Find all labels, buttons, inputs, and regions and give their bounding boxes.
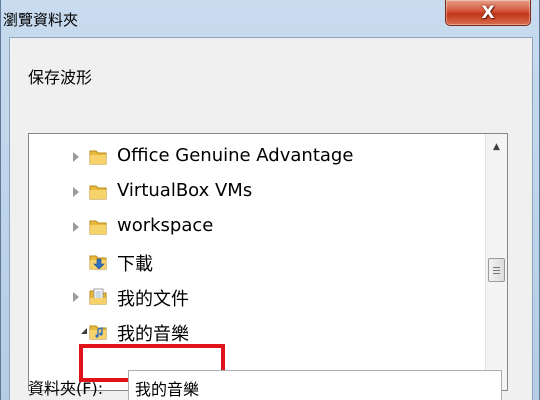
- close-button[interactable]: X: [445, 0, 531, 26]
- folder-icon: [89, 185, 107, 200]
- collapse-arrow-icon[interactable]: [81, 328, 87, 334]
- expand-arrow-icon[interactable]: [73, 187, 79, 197]
- folder-icon: [89, 150, 107, 165]
- grip-line: [493, 270, 500, 271]
- tree-item-virtualbox-vms[interactable]: VirtualBox VMs: [29, 174, 479, 209]
- tree-item-label: Office Genuine Advantage: [117, 145, 354, 166]
- grip-line: [493, 273, 500, 274]
- dialog-client-area: 保存波形 Office Genuine Advantage VirtualBox…: [9, 37, 533, 400]
- browse-folder-window: 瀏覽資料夾 X 保存波形 Office Genuine Advantage Vi…: [0, 0, 540, 400]
- close-icon: X: [481, 2, 495, 23]
- tree-item-label: 下載: [117, 254, 153, 275]
- title-bar[interactable]: 瀏覽資料夾 X: [1, 0, 540, 37]
- documents-folder-icon: [89, 288, 107, 305]
- folder-tree[interactable]: Office Genuine Advantage VirtualBox VMs …: [28, 133, 508, 391]
- tree-item-downloads[interactable]: 下載: [29, 244, 479, 279]
- expand-arrow-icon[interactable]: [73, 152, 79, 162]
- downloads-folder-icon: [89, 255, 107, 270]
- folder-icon: [89, 220, 107, 235]
- dialog-description: 保存波形: [28, 68, 93, 87]
- tree-item-label: workspace: [117, 215, 214, 236]
- scroll-up-arrow-icon[interactable]: ▲: [486, 138, 507, 156]
- music-folder-icon: [89, 325, 107, 340]
- tree-item-label: 我的文件: [117, 289, 189, 310]
- expand-arrow-icon[interactable]: [73, 222, 79, 232]
- window-title: 瀏覽資料夾: [3, 11, 79, 29]
- tree-item-label: VirtualBox VMs: [117, 180, 253, 201]
- grip-line: [493, 267, 500, 268]
- vertical-scrollbar[interactable]: ▲ ▼: [485, 134, 507, 390]
- folder-field-label: 資料夾(F):: [28, 379, 104, 398]
- tree-item-label: 我的音樂: [117, 324, 189, 345]
- expand-arrow-icon[interactable]: [73, 292, 79, 302]
- scroll-thumb[interactable]: [488, 258, 505, 282]
- tree-item-workspace[interactable]: workspace: [29, 209, 479, 244]
- folder-input[interactable]: [128, 370, 502, 400]
- tree-item-office-genuine-advantage[interactable]: Office Genuine Advantage: [29, 139, 479, 174]
- tree-item-my-documents[interactable]: 我的文件: [29, 279, 479, 314]
